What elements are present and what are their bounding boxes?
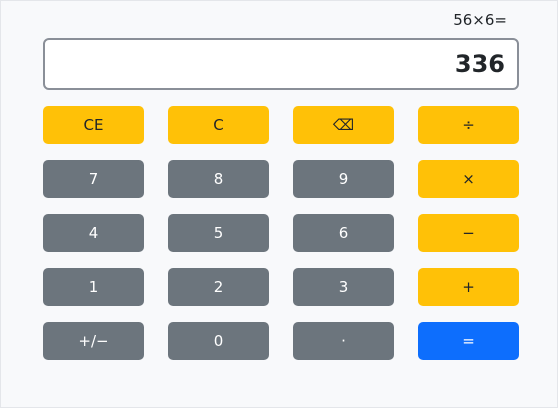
digit-7-button[interactable]: 7 [43, 160, 144, 198]
clear-button[interactable]: C [168, 106, 269, 144]
decimal-point-button[interactable]: · [293, 322, 394, 360]
divide-button[interactable]: ÷ [418, 106, 519, 144]
digit-5-button[interactable]: 5 [168, 214, 269, 252]
digit-1-button[interactable]: 1 [43, 268, 144, 306]
digit-9-button[interactable]: 9 [293, 160, 394, 198]
subtract-button[interactable]: − [418, 214, 519, 252]
multiply-button[interactable]: × [418, 160, 519, 198]
backspace-icon: ⌫ [332, 116, 355, 134]
equals-button[interactable]: = [418, 322, 519, 360]
toggle-sign-button[interactable]: +/− [43, 322, 144, 360]
result-display: 336 [43, 38, 519, 90]
result-value: 336 [454, 50, 505, 78]
digit-6-button[interactable]: 6 [293, 214, 394, 252]
digit-0-button[interactable]: 0 [168, 322, 269, 360]
keypad: CE C ⌫ ÷ 7 8 9 × 4 5 6 − 1 2 3 + +/− 0 ·… [43, 106, 519, 360]
digit-2-button[interactable]: 2 [168, 268, 269, 306]
calculator-panel: 56×6= 336 CE C ⌫ ÷ 7 8 9 × 4 5 6 − 1 2 3… [0, 0, 558, 408]
digit-3-button[interactable]: 3 [293, 268, 394, 306]
digit-8-button[interactable]: 8 [168, 160, 269, 198]
backspace-button[interactable]: ⌫ [293, 106, 394, 144]
clear-entry-button[interactable]: CE [43, 106, 144, 144]
digit-4-button[interactable]: 4 [43, 214, 144, 252]
add-button[interactable]: + [418, 268, 519, 306]
expression-readout: 56×6= [453, 11, 507, 29]
